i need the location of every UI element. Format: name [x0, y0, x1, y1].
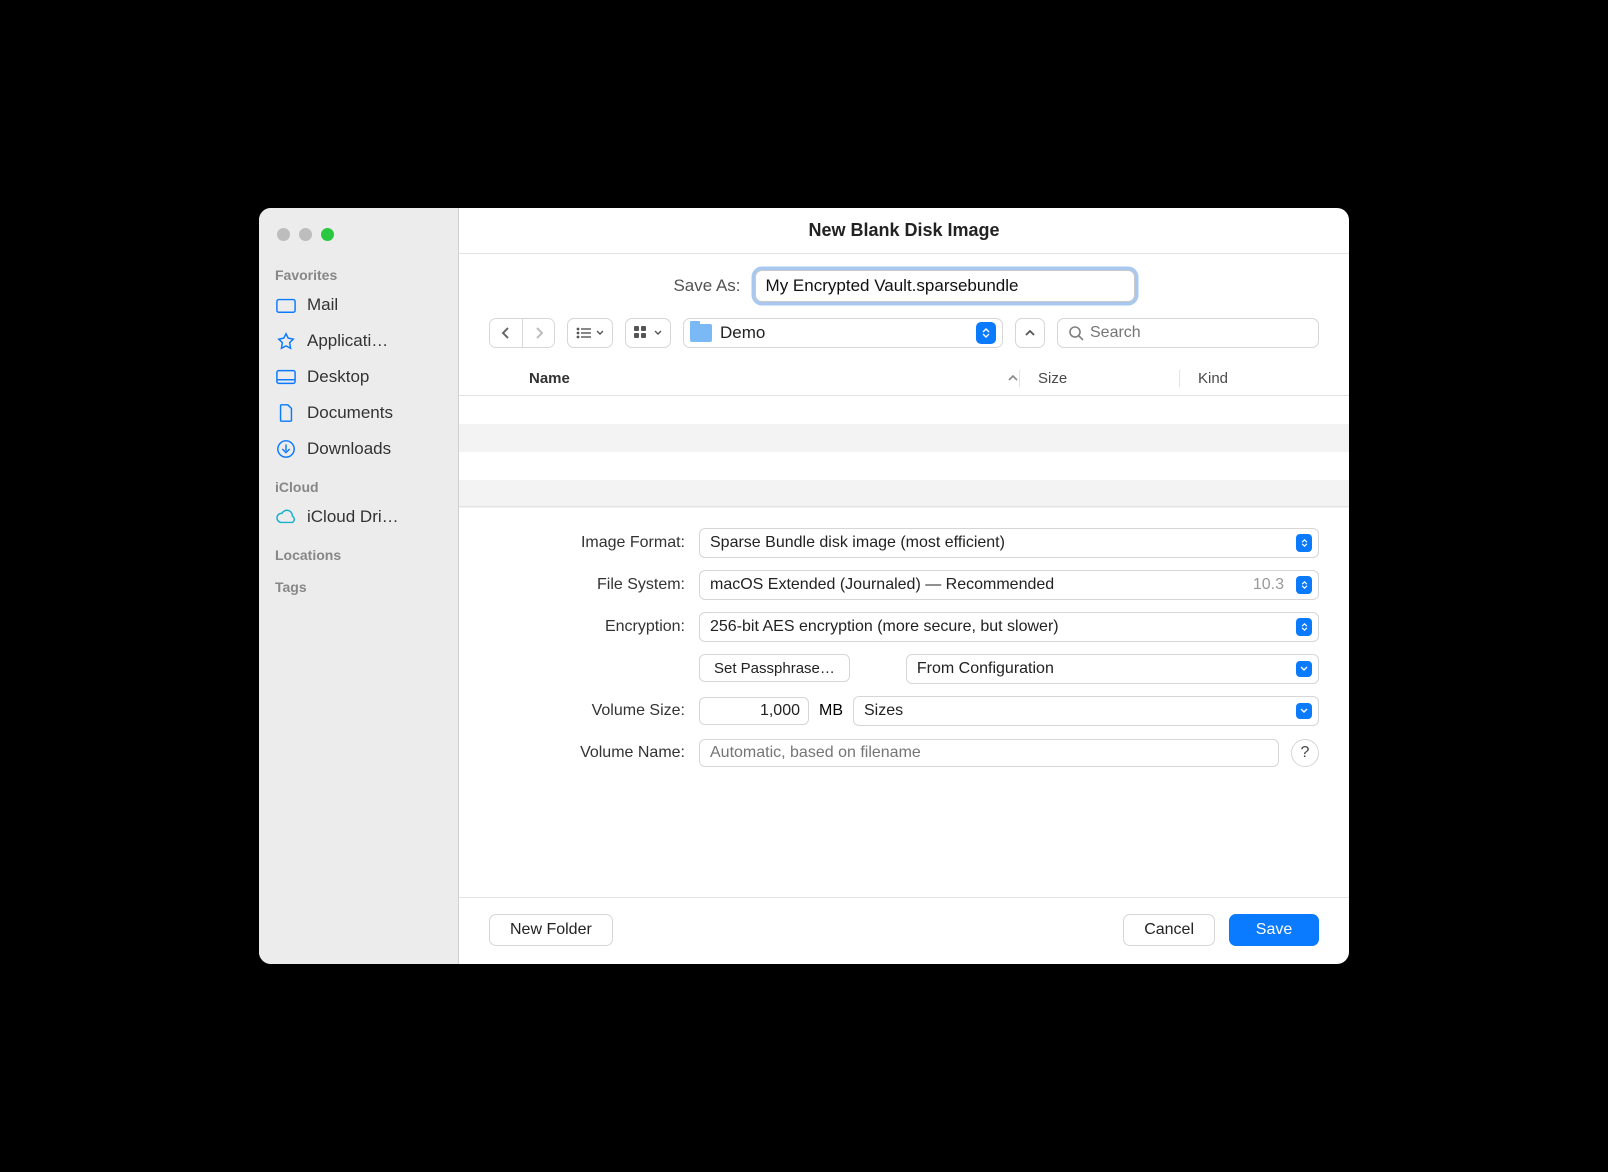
file-system-popup[interactable]: macOS Extended (Journaled) — Recommended…: [699, 570, 1319, 600]
save-as-input[interactable]: [755, 270, 1135, 302]
window-controls: [259, 218, 458, 255]
chevron-down-icon: [654, 330, 662, 336]
downloads-icon: [275, 439, 297, 459]
chevron-down-icon: [596, 330, 604, 336]
set-passphrase-button[interactable]: Set Passphrase…: [699, 654, 850, 682]
applications-icon: [275, 331, 297, 351]
column-kind[interactable]: Kind: [1179, 370, 1319, 387]
mail-folder-icon: [275, 295, 297, 315]
sidebar-item-applications[interactable]: Applicati…: [259, 323, 458, 359]
image-format-label: Image Format:: [489, 534, 689, 552]
sidebar-item-documents[interactable]: Documents: [259, 395, 458, 431]
forward-button[interactable]: [522, 319, 554, 347]
sidebar-section-favorites: Favorites: [259, 255, 458, 287]
main-panel: New Blank Disk Image Save As: Demo: [459, 208, 1349, 964]
nav-segment: [489, 318, 555, 348]
column-size[interactable]: Size: [1019, 370, 1179, 387]
cloud-icon: [275, 507, 297, 527]
volume-name-input[interactable]: [699, 739, 1279, 767]
passphrase-source-value: From Configuration: [917, 660, 1054, 678]
volume-size-label: Volume Size:: [489, 702, 689, 720]
search-field[interactable]: [1057, 318, 1319, 348]
group-by-button[interactable]: [625, 318, 671, 348]
chevron-down-icon: [1296, 661, 1312, 677]
size-presets-value: Sizes: [864, 702, 903, 720]
location-name: Demo: [720, 323, 765, 343]
updown-stepper-icon: [1296, 576, 1312, 594]
chevron-down-icon: [1296, 703, 1312, 719]
desktop-icon: [275, 367, 297, 387]
file-list: [459, 396, 1349, 506]
folder-icon: [690, 324, 712, 342]
file-system-value: macOS Extended (Journaled) — Recommended: [710, 576, 1054, 594]
save-button[interactable]: Save: [1229, 914, 1319, 946]
dialog-footer: New Folder Cancel Save: [459, 897, 1349, 964]
file-system-label: File System:: [489, 576, 689, 594]
help-button[interactable]: ?: [1291, 739, 1319, 767]
browser-toolbar: Demo: [459, 312, 1349, 362]
back-button[interactable]: [490, 319, 522, 347]
sidebar-item-label: Desktop: [307, 367, 369, 387]
sidebar-section-locations: Locations: [259, 535, 458, 567]
collapse-button[interactable]: [1015, 318, 1045, 348]
sidebar-item-desktop[interactable]: Desktop: [259, 359, 458, 395]
zoom-window-button[interactable]: [321, 228, 334, 241]
column-name[interactable]: Name: [529, 370, 969, 387]
sidebar-item-label: Downloads: [307, 439, 391, 459]
size-presets-popup[interactable]: Sizes: [853, 696, 1319, 726]
sort-indicator-icon: [969, 370, 1019, 387]
passphrase-source-popup[interactable]: From Configuration: [906, 654, 1319, 684]
sidebar-item-downloads[interactable]: Downloads: [259, 431, 458, 467]
sidebar-section-icloud: iCloud: [259, 467, 458, 499]
cancel-button[interactable]: Cancel: [1123, 914, 1215, 946]
view-list-button[interactable]: [567, 318, 613, 348]
sidebar-item-label: Applicati…: [307, 331, 388, 351]
image-format-popup[interactable]: Sparse Bundle disk image (most efficient…: [699, 528, 1319, 558]
image-format-value: Sparse Bundle disk image (most efficient…: [710, 534, 1005, 552]
close-window-button[interactable]: [277, 228, 290, 241]
updown-stepper-icon: [1296, 534, 1312, 552]
search-icon: [1068, 325, 1084, 341]
encryption-label: Encryption:: [489, 618, 689, 636]
sidebar-item-icloud-drive[interactable]: iCloud Dri…: [259, 499, 458, 535]
sidebar-item-mail[interactable]: Mail: [259, 287, 458, 323]
search-input[interactable]: [1090, 324, 1308, 342]
volume-size-unit: MB: [819, 702, 843, 720]
location-popup[interactable]: Demo: [683, 318, 1003, 348]
sidebar: Favorites Mail Applicati… Desktop Docume…: [259, 208, 459, 964]
sidebar-item-label: Documents: [307, 403, 393, 423]
save-dialog: Favorites Mail Applicati… Desktop Docume…: [259, 208, 1349, 964]
document-icon: [275, 403, 297, 423]
sidebar-item-label: Mail: [307, 295, 338, 315]
dialog-title: New Blank Disk Image: [459, 208, 1349, 254]
encryption-value: 256-bit AES encryption (more secure, but…: [710, 618, 1059, 636]
save-as-label: Save As:: [673, 276, 740, 296]
minimize-window-button[interactable]: [299, 228, 312, 241]
updown-stepper-icon: [976, 322, 996, 344]
sidebar-item-label: iCloud Dri…: [307, 507, 399, 527]
image-options-form: Image Format: Sparse Bundle disk image (…: [459, 506, 1349, 789]
file-system-version: 10.3: [1253, 576, 1288, 594]
column-headers: Name Size Kind: [459, 362, 1349, 396]
volume-name-label: Volume Name:: [489, 744, 689, 762]
volume-size-input[interactable]: [699, 697, 809, 725]
encryption-popup[interactable]: 256-bit AES encryption (more secure, but…: [699, 612, 1319, 642]
sidebar-section-tags: Tags: [259, 567, 458, 599]
new-folder-button[interactable]: New Folder: [489, 914, 613, 946]
updown-stepper-icon: [1296, 618, 1312, 636]
